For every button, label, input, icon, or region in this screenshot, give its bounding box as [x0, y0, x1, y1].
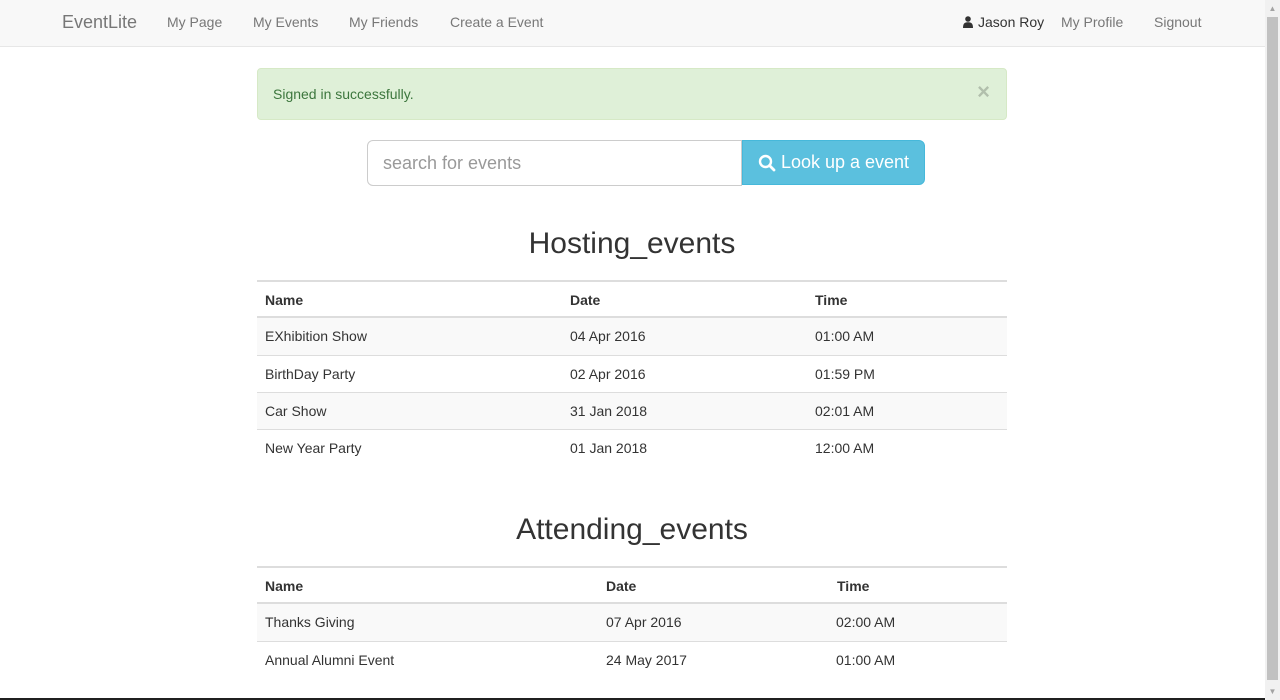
user-icon — [963, 16, 973, 28]
hosting-events-title: Hosting_events — [528, 227, 736, 260]
scroll-thumb[interactable] — [1267, 17, 1278, 680]
event-time: 02:00 AM — [836, 614, 896, 630]
nav-my-friends[interactable]: My Friends — [349, 14, 418, 30]
table-row[interactable]: EXhibition Show 04 Apr 2016 01:00 AM — [257, 318, 1007, 355]
column-header-name: Name — [265, 578, 304, 594]
brand-link[interactable]: EventLite — [62, 12, 137, 33]
event-date: 04 Apr 2016 — [570, 328, 646, 344]
scroll-up-icon[interactable]: ▲ — [1265, 0, 1280, 17]
column-header-time: Time — [837, 578, 870, 594]
vertical-scrollbar[interactable]: ▲ ▼ — [1265, 0, 1280, 700]
close-icon[interactable]: × — [977, 81, 990, 103]
event-time: 01:59 PM — [815, 366, 875, 382]
event-date: 24 May 2017 — [606, 652, 687, 668]
event-time: 01:00 AM — [836, 652, 896, 668]
column-header-name: Name — [265, 292, 304, 308]
table-header: Name Date Time — [257, 280, 1007, 318]
nav-create-event[interactable]: Create a Event — [450, 14, 543, 30]
event-name: New Year Party — [265, 440, 362, 456]
attending-events-table: Name Date Time Thanks Giving 07 Apr 2016… — [257, 566, 1007, 678]
attending-events-title: Attending_events — [516, 513, 748, 546]
column-header-date: Date — [606, 578, 637, 594]
event-time: 12:00 AM — [815, 440, 875, 456]
alert-message: Signed in successfully. — [273, 86, 414, 102]
search-button[interactable]: Look up a event — [742, 140, 925, 185]
hosting-events-table: Name Date Time EXhibition Show 04 Apr 20… — [257, 280, 1007, 466]
user-name-label: Jason Roy — [978, 14, 1045, 30]
event-date: 02 Apr 2016 — [570, 366, 646, 382]
column-header-time: Time — [815, 292, 848, 308]
table-row[interactable]: BirthDay Party 02 Apr 2016 01:59 PM — [257, 355, 1007, 392]
event-name: BirthDay Party — [265, 366, 356, 382]
table-row[interactable]: Car Show 31 Jan 2018 02:01 AM — [257, 392, 1007, 429]
table-row[interactable]: Annual Alumni Event 24 May 2017 01:00 AM — [257, 641, 1007, 678]
search-icon — [758, 154, 776, 171]
top-navbar: EventLite My Page My Events My Friends C… — [0, 0, 1265, 47]
event-time: 01:00 AM — [815, 328, 875, 344]
nav-my-events[interactable]: My Events — [253, 14, 318, 30]
event-name: Car Show — [265, 403, 327, 419]
nav-my-page[interactable]: My Page — [167, 14, 222, 30]
table-header: Name Date Time — [257, 566, 1007, 604]
current-user[interactable]: Jason Roy — [963, 14, 1044, 30]
event-time: 02:01 AM — [815, 403, 875, 419]
search-button-label: Look up a event — [780, 152, 910, 172]
column-header-date: Date — [570, 292, 601, 308]
event-date: 07 Apr 2016 — [606, 614, 682, 630]
search-input[interactable] — [367, 140, 742, 186]
event-name: Thanks Giving — [265, 614, 355, 630]
event-name: Annual Alumni Event — [265, 652, 395, 668]
event-date: 31 Jan 2018 — [570, 403, 648, 419]
success-alert: Signed in successfully. × — [257, 68, 1007, 120]
event-name: EXhibition Show — [265, 328, 367, 344]
nav-signout[interactable]: Signout — [1154, 14, 1201, 30]
nav-my-profile[interactable]: My Profile — [1061, 14, 1123, 30]
table-row[interactable]: Thanks Giving 07 Apr 2016 02:00 AM — [257, 604, 1007, 641]
event-date: 01 Jan 2018 — [570, 440, 648, 456]
table-row[interactable]: New Year Party 01 Jan 2018 12:00 AM — [257, 429, 1007, 466]
scroll-down-icon[interactable]: ▼ — [1265, 683, 1280, 700]
